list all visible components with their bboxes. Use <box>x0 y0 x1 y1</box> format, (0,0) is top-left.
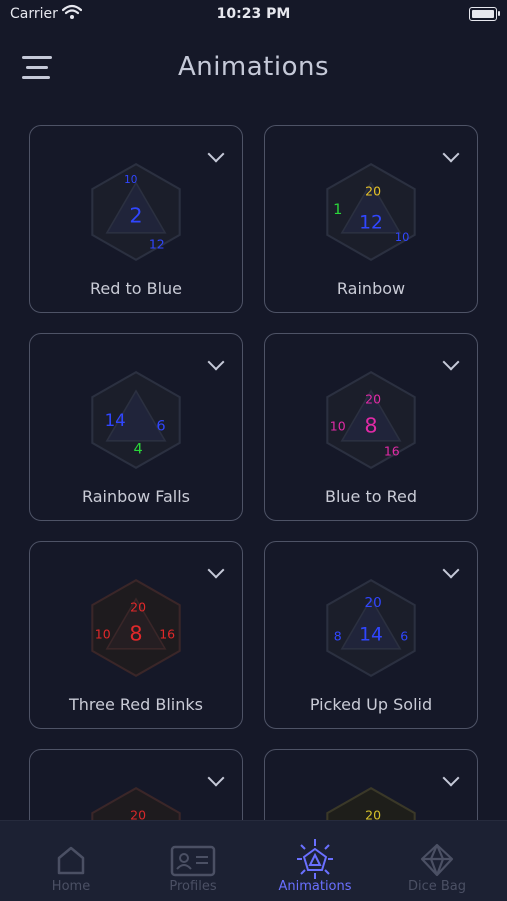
chevron-down-icon[interactable] <box>442 145 460 163</box>
animations-burst-icon <box>297 839 333 879</box>
page-title: Animations <box>177 52 330 82</box>
animation-card[interactable]: 20 <box>264 749 478 820</box>
svg-text:16: 16 <box>159 626 175 641</box>
tab-dice-bag[interactable]: Dice Bag <box>374 821 500 901</box>
bottom-nav: Home Profiles Animations Dice Bag <box>0 820 507 901</box>
header: Animations <box>0 40 507 100</box>
animation-label: Three Red Blinks <box>68 695 203 714</box>
tab-home[interactable]: Home <box>8 821 134 901</box>
animation-label: Rainbow Falls <box>81 487 191 506</box>
svg-text:20: 20 <box>130 807 146 820</box>
tab-dice-bag-label: Dice Bag <box>407 879 467 894</box>
d20-die-icon: 20 <box>326 786 416 820</box>
svg-text:4: 4 <box>133 440 142 457</box>
svg-text:20: 20 <box>365 183 381 198</box>
svg-text:6: 6 <box>156 417 165 434</box>
d20-die-icon: 20 8 10 16 <box>91 578 181 678</box>
chevron-down-icon[interactable] <box>207 145 225 163</box>
svg-text:20: 20 <box>365 807 381 820</box>
animations-grid: 2 12 10 Red to Blue 20 12 1 10 Rainbow 1… <box>29 125 480 820</box>
animation-card[interactable]: 20 8 10 16 Three Red Blinks <box>29 541 243 729</box>
animation-card[interactable]: 20 14 8 6 Picked Up Solid <box>264 541 478 729</box>
chevron-down-icon[interactable] <box>207 561 225 579</box>
tab-profiles-label: Profiles <box>169 879 217 894</box>
d20-die-icon: 2 12 10 <box>91 162 181 262</box>
svg-text:2: 2 <box>129 203 142 227</box>
svg-text:20: 20 <box>364 595 381 611</box>
svg-text:10: 10 <box>95 626 111 641</box>
tab-profiles[interactable]: Profiles <box>130 821 256 901</box>
svg-text:10: 10 <box>330 418 346 433</box>
svg-text:8: 8 <box>334 628 342 643</box>
svg-text:10: 10 <box>395 230 410 244</box>
animation-card[interactable]: 20 12 1 10 Rainbow <box>264 125 478 313</box>
chevron-down-icon[interactable] <box>442 561 460 579</box>
chevron-down-icon[interactable] <box>207 769 225 787</box>
svg-text:8: 8 <box>364 413 377 437</box>
animation-card[interactable]: 14 4 6 Rainbow Falls <box>29 333 243 521</box>
d20-die-icon: 20 12 1 10 <box>326 162 416 262</box>
battery-icon <box>469 7 500 21</box>
animation-card[interactable]: 2 12 10 Red to Blue <box>29 125 243 313</box>
d20-die-icon: 20 8 16 10 <box>326 370 416 470</box>
svg-text:14: 14 <box>359 624 383 645</box>
animation-label: Picked Up Solid <box>309 695 433 714</box>
svg-text:10: 10 <box>124 174 137 186</box>
chevron-down-icon[interactable] <box>442 769 460 787</box>
svg-text:8: 8 <box>129 621 142 645</box>
svg-text:14: 14 <box>105 411 126 430</box>
d20-die-icon: 14 4 6 <box>91 370 181 470</box>
tab-animations[interactable]: Animations <box>252 821 378 901</box>
svg-text:1: 1 <box>333 201 342 218</box>
svg-text:16: 16 <box>384 443 400 458</box>
dice-bag-icon <box>420 843 454 877</box>
svg-text:12: 12 <box>149 236 165 251</box>
animation-label: Blue to Red <box>324 487 418 506</box>
svg-text:20: 20 <box>130 599 146 614</box>
svg-text:12: 12 <box>359 213 383 234</box>
animation-label: Red to Blue <box>89 279 183 298</box>
tab-home-label: Home <box>51 879 91 894</box>
svg-text:6: 6 <box>400 628 408 643</box>
animation-card[interactable]: 20 <box>29 749 243 820</box>
chevron-down-icon[interactable] <box>207 353 225 371</box>
tab-animations-label: Animations <box>278 879 352 894</box>
id-card-icon <box>170 845 216 877</box>
clock: 10:23 PM <box>216 6 291 22</box>
chevron-down-icon[interactable] <box>442 353 460 371</box>
animation-card[interactable]: 20 8 16 10 Blue to Red <box>264 333 478 521</box>
home-icon <box>57 846 85 875</box>
status-bar: Carrier 10:23 PM <box>0 0 507 30</box>
d20-die-icon: 20 <box>91 786 181 820</box>
d20-die-icon: 20 14 8 6 <box>326 578 416 678</box>
animation-label: Rainbow <box>336 279 406 298</box>
svg-text:20: 20 <box>365 391 381 406</box>
